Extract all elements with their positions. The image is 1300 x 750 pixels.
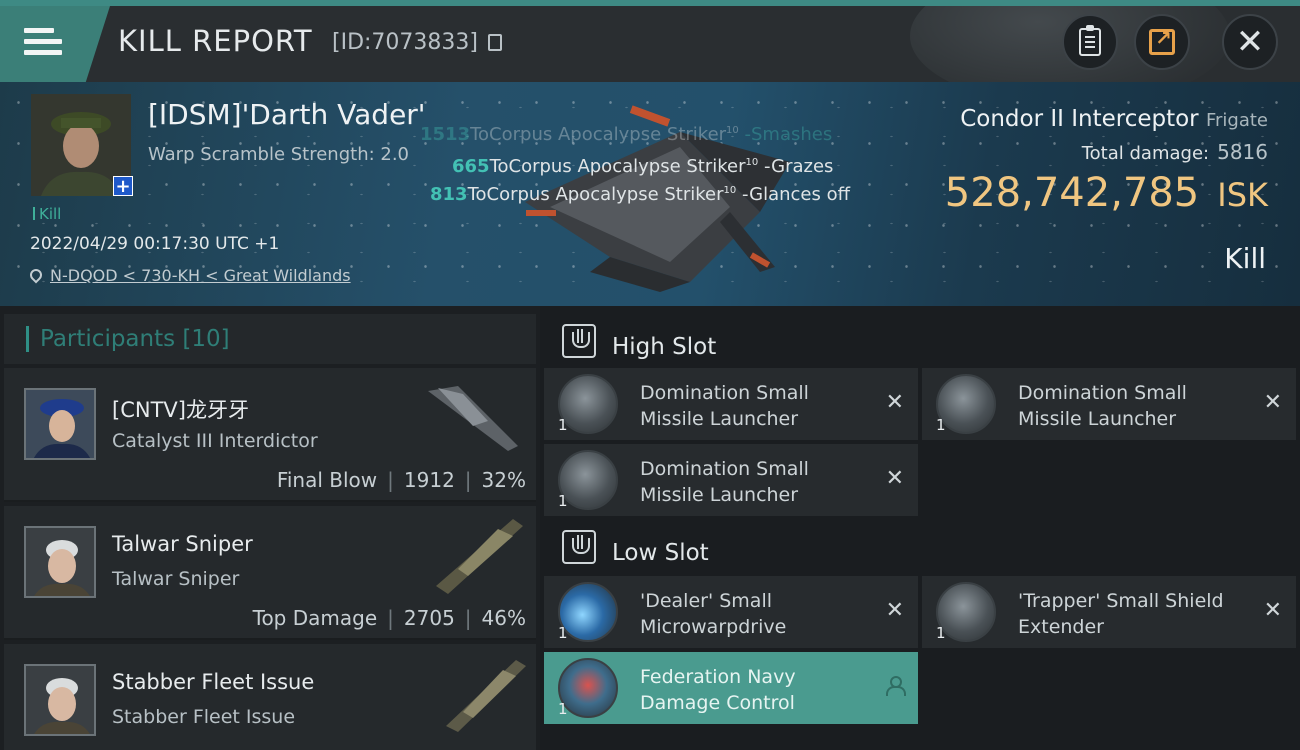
damage-log-line: 1513ToCorpus Apocalypse Striker10 -Smash… [420,124,833,145]
module-quantity: 1 [936,416,946,434]
page-title: KILL REPORT [118,24,313,58]
module-name: Domination Small Missile Launcher [1018,382,1187,430]
location-pin-icon [27,266,45,284]
participant-stats: Top Damage | 2705 | 46% [252,606,526,630]
module-slot[interactable]: 1 Domination Small Missile Launcher ✕ [544,368,918,440]
module-slot[interactable]: 1 'Trapper' Small Shield Extender ✕ [922,576,1296,648]
module-quantity: 1 [558,624,568,642]
copy-icon[interactable] [488,34,502,51]
participant-ship-image [428,386,518,451]
destroyed-x-icon: ✕ [885,598,904,623]
participants-header: Participants [10] [4,314,536,364]
participant-ship: Talwar Sniper [112,568,240,590]
participant-name: Stabber Fleet Issue [112,670,315,694]
module-name: Domination Small Missile Launcher [640,382,809,430]
module-quantity: 1 [558,416,568,434]
share-icon [1149,26,1175,55]
destroyed-x-icon: ✕ [1263,390,1282,415]
victim-ship-name[interactable]: Condor II Interceptor Frigate [960,106,1268,132]
damage-log-line: 665ToCorpus Apocalypse Striker10 -Grazes [452,156,834,177]
module-slot[interactable]: 1 Domination Small Missile Launcher ✕ [544,444,918,516]
low-slot-label: Low Slot [612,540,709,566]
module-quantity: 1 [558,492,568,510]
share-button[interactable] [1134,14,1190,70]
high-slot-label: High Slot [612,334,717,360]
damage-log-line: 813ToCorpus Apocalypse Striker10 -Glance… [430,184,851,205]
module-name: 'Trapper' Small Shield Extender [1018,590,1224,638]
participant-avatar [24,664,96,736]
participant-ship-image [446,660,526,732]
clipboard-button[interactable] [1062,14,1118,70]
fitting-panel: High Slot 1 Domination Small Missile Laun… [540,306,1300,750]
module-name: Federation Navy Damage Control [640,666,796,714]
participant-ship-image [436,519,523,594]
module-name: 'Dealer' Small Microwarpdrive [640,590,787,638]
module-quantity: 1 [558,700,568,718]
ship-class-text: Frigate [1205,110,1268,131]
report-id: [ID:7073833] [332,30,478,55]
victim-banner: + [IDSM]'Darth Vader' Warp Scramble Stre… [0,82,1300,306]
header-accent-bar [26,326,29,352]
warp-scramble-strength: Warp Scramble Strength: 2.0 [148,144,410,165]
close-button[interactable]: ✕ [1222,14,1278,70]
participant-name: [CNTV]龙牙牙 [112,398,249,422]
kill-tag: Kill [33,205,61,223]
menu-icon [24,28,62,58]
destroyed-x-icon: ✕ [1263,598,1282,623]
close-icon: ✕ [1235,22,1265,62]
high-slot-icon [562,324,596,358]
participants-panel: Participants [10] [CNTV]龙牙牙 Catalyst III… [0,306,540,750]
participant-ship: Catalyst III Interdictor [112,430,318,452]
destroyed-x-icon: ✕ [885,466,904,491]
participant-name: Talwar Sniper [112,532,253,556]
module-slot[interactable]: 1 Domination Small Missile Launcher ✕ [922,368,1296,440]
victim-name[interactable]: [IDSM]'Darth Vader' [148,98,426,131]
isk-value: 528,742,785 ISK [944,170,1268,216]
destroyed-x-icon: ✕ [885,390,904,415]
low-slot-header: Low Slot [544,520,1300,578]
module-slot-dropped[interactable]: 1 Federation Navy Damage Control [544,652,918,724]
kill-result: Kill [1224,242,1266,275]
kill-location[interactable]: N-DQOD < 730-KH < Great Wildlands [27,266,351,285]
participant-avatar [24,388,96,460]
low-slot-icon [562,530,596,564]
module-slot[interactable]: 1 'Dealer' Small Microwarpdrive ✕ [544,576,918,648]
participant-avatar [24,526,96,598]
user-icon [886,676,906,696]
kill-datetime: 2022/04/29 00:17:30 UTC +1 [30,234,280,254]
clipboard-icon [1079,25,1101,56]
participant-ship: Stabber Fleet Issue [112,706,296,728]
participant-row[interactable]: Stabber Fleet Issue Stabber Fleet Issue [4,644,536,750]
participant-row[interactable]: [CNTV]龙牙牙 Catalyst III Interdictor Final… [4,368,536,502]
participant-row[interactable]: Talwar Sniper Talwar Sniper Top Damage | 2… [4,506,536,640]
participant-stats: Final Blow | 1912 | 32% [276,468,526,492]
high-slot-header: High Slot [544,314,1300,372]
participants-title: Participants [10] [40,326,230,352]
total-damage: Total damage: 5816 [1081,140,1268,164]
add-contact-icon[interactable]: + [113,176,133,197]
module-name: Domination Small Missile Launcher [640,458,809,506]
ship-name-text: Condor II Interceptor [960,106,1199,132]
module-quantity: 1 [936,624,946,642]
